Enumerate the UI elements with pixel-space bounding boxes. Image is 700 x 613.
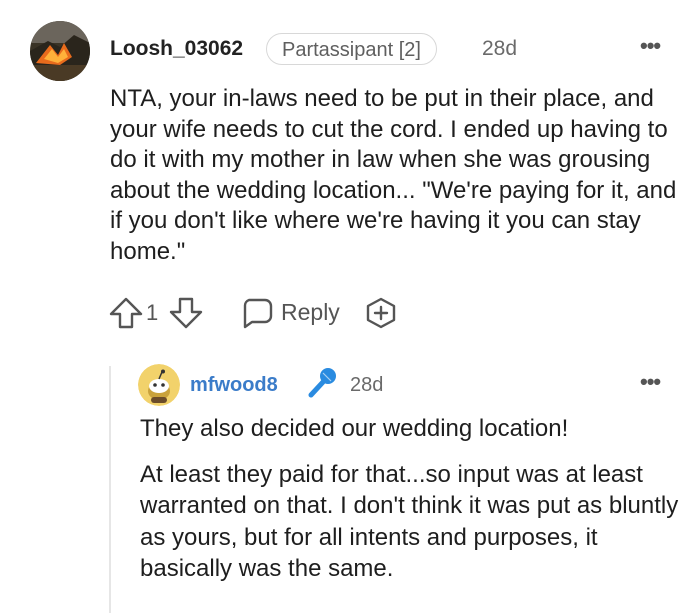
- user-flair-badge: Partassipant [2]: [266, 33, 437, 65]
- avatar-image: [30, 21, 90, 81]
- reply-label[interactable]: Reply: [281, 298, 340, 326]
- user-avatar[interactable]: [30, 21, 90, 81]
- reply-button[interactable]: [240, 296, 274, 335]
- reply-user-avatar[interactable]: [138, 364, 180, 406]
- more-dots-icon[interactable]: •••: [640, 35, 661, 57]
- comment-username[interactable]: Loosh_03062: [110, 35, 243, 63]
- downvote-arrow-icon: [169, 297, 203, 329]
- comment-timestamp[interactable]: 28d: [482, 35, 517, 63]
- downvote-button[interactable]: [168, 296, 204, 335]
- upvote-arrow-icon: [109, 297, 143, 329]
- reply-timestamp[interactable]: 28d: [350, 372, 383, 398]
- vote-score: 1: [146, 300, 159, 325]
- upvote-button[interactable]: [108, 296, 144, 335]
- reply-body: They also decided our wedding location! …: [140, 413, 685, 599]
- award-button[interactable]: [364, 296, 398, 335]
- reply-paragraph: At least they paid for that...so input w…: [140, 460, 679, 583]
- comment-paragraph: NTA, your in-laws need to be put in thei…: [110, 85, 677, 265]
- microphone-icon: [303, 365, 339, 406]
- award-plus-icon: [366, 297, 396, 329]
- speech-bubble-icon: [243, 298, 273, 329]
- reply-username[interactable]: mfwood8: [190, 372, 278, 398]
- snoo-avatar-icon: [138, 364, 180, 406]
- more-dots-icon[interactable]: •••: [640, 371, 661, 393]
- comment-body: NTA, your in-laws need to be put in thei…: [110, 84, 685, 267]
- thread-line[interactable]: [109, 366, 111, 613]
- reply-paragraph: They also decided our wedding location!: [140, 415, 569, 442]
